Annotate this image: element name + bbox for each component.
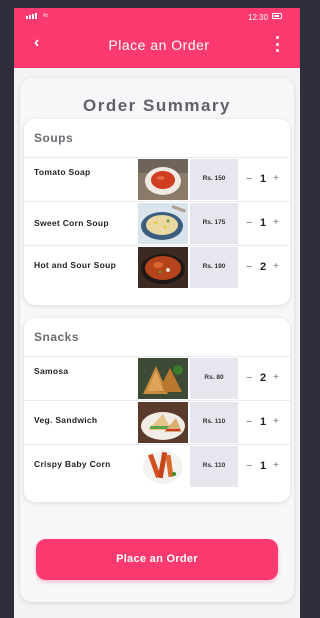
item-price: Rs. 175 xyxy=(202,219,226,226)
item-name: Veg. Sandwich xyxy=(34,415,98,425)
back-arrow-icon[interactable]: ‹ xyxy=(34,35,50,51)
item-price: Rs. 110 xyxy=(202,418,226,425)
quantity-value: 2 xyxy=(260,372,267,384)
quantity-value: 1 xyxy=(260,173,267,185)
signal-icon xyxy=(26,13,37,19)
increase-button[interactable]: + xyxy=(273,459,279,473)
samosa-image xyxy=(138,358,188,399)
order-summary-card: Order Summary Soups Tomato Soap Rs. 150 xyxy=(20,78,294,602)
section-soups: Soups Tomato Soap Rs. 150 − 1 + Sweet Co… xyxy=(24,119,290,305)
decrease-button[interactable]: − xyxy=(246,172,252,186)
section-title: Soups xyxy=(34,131,74,145)
quantity-value: 1 xyxy=(260,460,267,472)
list-item: Tomato Soap Rs. 150 − 1 + xyxy=(24,157,290,200)
order-summary-title: Order Summary xyxy=(83,96,231,115)
price-box: Rs. 110 xyxy=(190,402,238,443)
list-item: Hot and Sour Soup Rs. 190 − 2 + xyxy=(24,245,290,288)
list-item: Veg. Sandwich Rs. 110 − 1 + xyxy=(24,400,290,443)
status-time: 12:30 xyxy=(248,13,269,22)
quantity-stepper: − 2 + xyxy=(246,371,286,385)
quantity-stepper: − 1 + xyxy=(246,172,286,186)
phone-screen: ≈ 12:30 ‹ Place an Order Order Summary S… xyxy=(14,8,300,618)
wifi-icon: ≈ xyxy=(43,10,48,20)
decrease-button[interactable]: − xyxy=(246,260,252,274)
price-box: Rs. 190 xyxy=(190,247,238,288)
quantity-value: 2 xyxy=(260,261,267,273)
item-price: Rs. 190 xyxy=(202,263,226,270)
tomato-soup-image xyxy=(138,159,188,200)
section-title: Snacks xyxy=(34,330,80,344)
list-item: Samosa Rs. 80 − 2 + xyxy=(24,356,290,399)
price-box: Rs. 150 xyxy=(190,159,238,200)
decrease-button[interactable]: − xyxy=(246,216,252,230)
decrease-button[interactable]: − xyxy=(246,415,252,429)
quantity-stepper: − 1 + xyxy=(246,459,286,473)
increase-button[interactable]: + xyxy=(273,415,279,429)
increase-button[interactable]: + xyxy=(273,172,279,186)
item-name: Tomato Soap xyxy=(34,167,91,177)
list-item: Crispy Baby Corn Rs. 110 − 1 + xyxy=(24,444,290,487)
price-box: Rs. 80 xyxy=(190,358,238,399)
quantity-stepper: − 1 + xyxy=(246,216,286,230)
quantity-value: 1 xyxy=(260,217,267,229)
item-price: Rs. 80 xyxy=(204,374,224,381)
increase-button[interactable]: + xyxy=(273,371,279,385)
veg-sandwich-image xyxy=(138,402,188,443)
battery-icon xyxy=(272,13,282,19)
item-name: Sweet Corn Soup xyxy=(34,218,109,228)
status-bar: ≈ 12:30 xyxy=(14,8,300,28)
sweet-corn-soup-image xyxy=(138,203,188,244)
place-order-button[interactable]: Place an Order xyxy=(36,539,278,580)
section-snacks: Snacks Samosa Rs. 80 − 2 + Veg. Sandwich… xyxy=(24,318,290,502)
item-name: Crispy Baby Corn xyxy=(34,459,111,469)
price-box: Rs. 175 xyxy=(190,203,238,244)
increase-button[interactable]: + xyxy=(273,216,279,230)
item-name: Samosa xyxy=(34,366,69,376)
quantity-value: 1 xyxy=(260,416,267,428)
item-name: Hot and Sour Soup xyxy=(34,260,117,270)
list-item: Sweet Corn Soup Rs. 175 − 1 + xyxy=(24,201,290,244)
hot-and-sour-soup-image xyxy=(138,247,188,288)
decrease-button[interactable]: − xyxy=(246,371,252,385)
decrease-button[interactable]: − xyxy=(246,459,252,473)
increase-button[interactable]: + xyxy=(273,260,279,274)
crispy-baby-corn-image xyxy=(138,446,188,487)
page-title: Place an Order xyxy=(108,37,210,53)
quantity-stepper: − 2 + xyxy=(246,260,286,274)
app-header: ≈ 12:30 ‹ Place an Order xyxy=(14,8,300,68)
quantity-stepper: − 1 + xyxy=(246,415,286,429)
price-box: Rs. 110 xyxy=(190,446,238,487)
more-vertical-icon[interactable] xyxy=(272,36,282,52)
item-price: Rs. 150 xyxy=(202,175,226,182)
item-price: Rs. 110 xyxy=(202,462,226,469)
